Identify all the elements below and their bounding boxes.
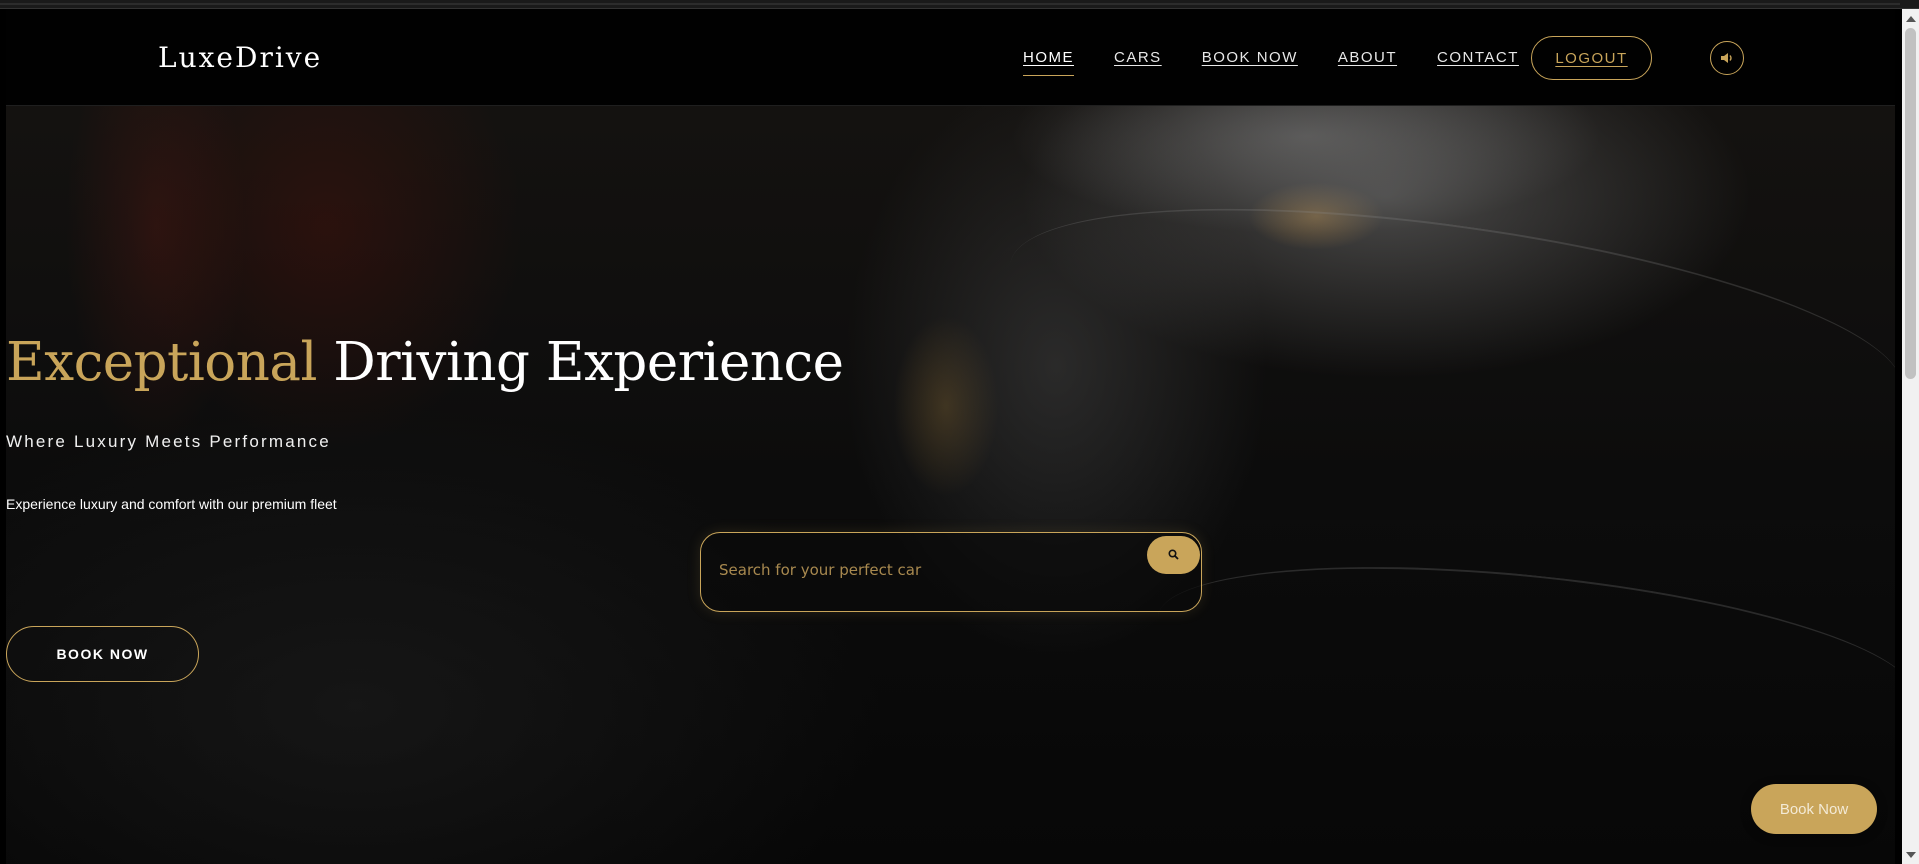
volume-icon: [1720, 49, 1734, 68]
scroll-up-icon[interactable]: [1906, 16, 1916, 22]
page-scrollbar[interactable]: [1902, 9, 1919, 864]
hero-description: Experience luxury and comfort with our p…: [6, 496, 337, 512]
hero-background-detail: [1149, 536, 1895, 776]
scrollbar-thumb[interactable]: [1905, 28, 1916, 379]
site-header: LuxeDrive HOME CARS BOOK NOW ABOUT CONTA…: [6, 9, 1895, 106]
search-box: [700, 532, 1202, 612]
nav-cars[interactable]: CARS: [1114, 49, 1162, 66]
hero-title-rest: Driving Experience: [316, 332, 844, 393]
scroll-down-icon[interactable]: [1906, 852, 1916, 858]
main-nav: HOME CARS BOOK NOW ABOUT CONTACT: [1023, 49, 1519, 76]
hero-title: Exceptional Driving Experience: [6, 332, 844, 393]
book-now-button[interactable]: BOOK NOW: [6, 626, 199, 682]
search-button[interactable]: [1147, 536, 1200, 574]
hero-title-accent: Exceptional: [6, 332, 317, 393]
search-input[interactable]: [719, 555, 1119, 585]
hero-section: Exceptional Driving Experience Where Lux…: [6, 106, 1895, 864]
logout-button[interactable]: LOGOUT: [1531, 36, 1652, 80]
nav-home[interactable]: HOME: [1023, 49, 1074, 76]
floating-book-now-button[interactable]: Book Now: [1751, 784, 1877, 834]
browser-top-edge: [0, 0, 1919, 9]
logo[interactable]: LuxeDrive: [158, 41, 322, 74]
nav-about[interactable]: ABOUT: [1338, 49, 1397, 66]
sound-toggle-button[interactable]: [1710, 41, 1744, 75]
page: LuxeDrive HOME CARS BOOK NOW ABOUT CONTA…: [6, 9, 1895, 864]
hero-subtitle: Where Luxury Meets Performance: [6, 432, 331, 451]
hero-background-detail: [996, 164, 1895, 488]
nav-contact[interactable]: CONTACT: [1437, 49, 1519, 66]
nav-book-now[interactable]: BOOK NOW: [1202, 49, 1298, 66]
search-icon: [1168, 548, 1179, 563]
